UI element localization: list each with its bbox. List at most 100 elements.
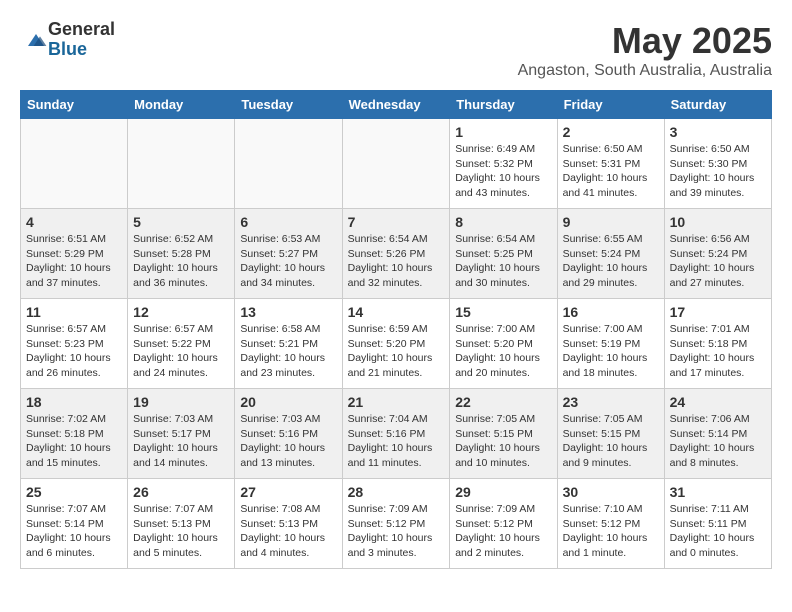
calendar-cell: 18 Sunrise: 7:02 AM Sunset: 5:18 PM Dayli…	[21, 389, 128, 479]
day-info: Sunrise: 6:49 AM Sunset: 5:32 PM Dayligh…	[455, 142, 551, 201]
logo: General Blue	[20, 20, 115, 60]
day-info: Sunrise: 7:00 AM Sunset: 5:19 PM Dayligh…	[563, 322, 659, 381]
calendar-cell: 9 Sunrise: 6:55 AM Sunset: 5:24 PM Daylig…	[557, 209, 664, 299]
calendar-cell: 11 Sunrise: 6:57 AM Sunset: 5:23 PM Dayli…	[21, 299, 128, 389]
calendar-cell: 2Sunrise: 6:50 AM Sunset: 5:31 PM Daylig…	[557, 119, 664, 209]
calendar-cell: 29 Sunrise: 7:09 AM Sunset: 5:12 PM Dayli…	[450, 479, 557, 569]
col-sunday: Sunday	[21, 91, 128, 119]
day-number: 5	[133, 214, 229, 230]
col-thursday: Thursday	[450, 91, 557, 119]
day-number: 8	[455, 214, 551, 230]
day-info: Sunrise: 7:07 AM Sunset: 5:13 PM Dayligh…	[133, 502, 229, 561]
day-number: 27	[240, 484, 336, 500]
day-info: Sunrise: 6:52 AM Sunset: 5:28 PM Dayligh…	[133, 232, 229, 291]
day-number: 13	[240, 304, 336, 320]
day-info: Sunrise: 7:09 AM Sunset: 5:12 PM Dayligh…	[455, 502, 551, 561]
calendar-cell: 4Sunrise: 6:51 AM Sunset: 5:29 PM Daylig…	[21, 209, 128, 299]
week-row-4: 18 Sunrise: 7:02 AM Sunset: 5:18 PM Dayli…	[21, 389, 772, 479]
day-number: 19	[133, 394, 229, 410]
day-number: 1	[455, 124, 551, 140]
calendar-cell: 1 Sunrise: 6:49 AM Sunset: 5:32 PM Daylig…	[450, 119, 557, 209]
calendar-cell: 23 Sunrise: 7:05 AM Sunset: 5:15 PM Dayli…	[557, 389, 664, 479]
calendar-cell	[342, 119, 450, 209]
day-number: 11	[26, 304, 122, 320]
calendar-cell	[235, 119, 342, 209]
day-number: 3	[670, 124, 766, 140]
day-info: Sunrise: 7:02 AM Sunset: 5:18 PM Dayligh…	[26, 412, 122, 471]
day-number: 9	[563, 214, 659, 230]
day-number: 24	[670, 394, 766, 410]
location-title: Angaston, South Australia, Australia	[518, 62, 772, 80]
month-title: May 2025	[518, 20, 772, 62]
day-info: Sunrise: 7:01 AM Sunset: 5:18 PM Dayligh…	[670, 322, 766, 381]
day-info: Sunrise: 7:04 AM Sunset: 5:16 PM Dayligh…	[348, 412, 445, 471]
calendar-cell: 20Sunrise: 7:03 AM Sunset: 5:16 PM Dayli…	[235, 389, 342, 479]
logo-general: General	[48, 20, 115, 40]
calendar-cell: 12 Sunrise: 6:57 AM Sunset: 5:22 PM Dayli…	[128, 299, 235, 389]
day-info: Sunrise: 7:06 AM Sunset: 5:14 PM Dayligh…	[670, 412, 766, 471]
day-info: Sunrise: 6:54 AM Sunset: 5:25 PM Dayligh…	[455, 232, 551, 291]
calendar-cell: 14Sunrise: 6:59 AM Sunset: 5:20 PM Dayli…	[342, 299, 450, 389]
day-number: 7	[348, 214, 445, 230]
day-info: Sunrise: 6:51 AM Sunset: 5:29 PM Dayligh…	[26, 232, 122, 291]
calendar-cell: 8 Sunrise: 6:54 AM Sunset: 5:25 PM Daylig…	[450, 209, 557, 299]
calendar-cell: 26 Sunrise: 7:07 AM Sunset: 5:13 PM Dayli…	[128, 479, 235, 569]
day-number: 16	[563, 304, 659, 320]
day-number: 6	[240, 214, 336, 230]
calendar-cell: 5 Sunrise: 6:52 AM Sunset: 5:28 PM Daylig…	[128, 209, 235, 299]
day-info: Sunrise: 7:10 AM Sunset: 5:12 PM Dayligh…	[563, 502, 659, 561]
calendar-cell	[21, 119, 128, 209]
calendar-table: Sunday Monday Tuesday Wednesday Thursday…	[20, 90, 772, 569]
day-info: Sunrise: 7:03 AM Sunset: 5:17 PM Dayligh…	[133, 412, 229, 471]
calendar-cell: 19 Sunrise: 7:03 AM Sunset: 5:17 PM Dayli…	[128, 389, 235, 479]
week-row-3: 11 Sunrise: 6:57 AM Sunset: 5:23 PM Dayli…	[21, 299, 772, 389]
day-info: Sunrise: 7:00 AM Sunset: 5:20 PM Dayligh…	[455, 322, 551, 381]
day-number: 23	[563, 394, 659, 410]
day-info: Sunrise: 7:09 AM Sunset: 5:12 PM Dayligh…	[348, 502, 445, 561]
calendar-cell: 13 Sunrise: 6:58 AM Sunset: 5:21 PM Dayli…	[235, 299, 342, 389]
day-number: 29	[455, 484, 551, 500]
day-info: Sunrise: 6:55 AM Sunset: 5:24 PM Dayligh…	[563, 232, 659, 291]
day-info: Sunrise: 7:05 AM Sunset: 5:15 PM Dayligh…	[563, 412, 659, 471]
calendar-cell: 22Sunrise: 7:05 AM Sunset: 5:15 PM Dayli…	[450, 389, 557, 479]
day-info: Sunrise: 6:57 AM Sunset: 5:22 PM Dayligh…	[133, 322, 229, 381]
title-block: May 2025 Angaston, South Australia, Aust…	[518, 20, 772, 80]
day-info: Sunrise: 7:11 AM Sunset: 5:11 PM Dayligh…	[670, 502, 766, 561]
day-number: 2	[563, 124, 659, 140]
day-info: Sunrise: 7:05 AM Sunset: 5:15 PM Dayligh…	[455, 412, 551, 471]
day-number: 31	[670, 484, 766, 500]
calendar-cell: 27 Sunrise: 7:08 AM Sunset: 5:13 PM Dayli…	[235, 479, 342, 569]
calendar-cell: 28Sunrise: 7:09 AM Sunset: 5:12 PM Dayli…	[342, 479, 450, 569]
day-number: 26	[133, 484, 229, 500]
day-number: 17	[670, 304, 766, 320]
calendar-cell: 16 Sunrise: 7:00 AM Sunset: 5:19 PM Dayli…	[557, 299, 664, 389]
day-number: 21	[348, 394, 445, 410]
week-row-5: 25 Sunrise: 7:07 AM Sunset: 5:14 PM Dayli…	[21, 479, 772, 569]
logo-blue: Blue	[48, 40, 115, 60]
calendar-cell: 24 Sunrise: 7:06 AM Sunset: 5:14 PM Dayli…	[664, 389, 771, 479]
calendar-cell: 15Sunrise: 7:00 AM Sunset: 5:20 PM Dayli…	[450, 299, 557, 389]
day-info: Sunrise: 7:08 AM Sunset: 5:13 PM Dayligh…	[240, 502, 336, 561]
day-info: Sunrise: 6:57 AM Sunset: 5:23 PM Dayligh…	[26, 322, 122, 381]
day-info: Sunrise: 6:59 AM Sunset: 5:20 PM Dayligh…	[348, 322, 445, 381]
week-row-2: 4Sunrise: 6:51 AM Sunset: 5:29 PM Daylig…	[21, 209, 772, 299]
calendar-cell: 3Sunrise: 6:50 AM Sunset: 5:30 PM Daylig…	[664, 119, 771, 209]
calendar-cell: 31 Sunrise: 7:11 AM Sunset: 5:11 PM Dayli…	[664, 479, 771, 569]
logo-icon	[24, 30, 48, 50]
calendar-cell	[128, 119, 235, 209]
day-info: Sunrise: 6:58 AM Sunset: 5:21 PM Dayligh…	[240, 322, 336, 381]
calendar-cell: 21 Sunrise: 7:04 AM Sunset: 5:16 PM Dayli…	[342, 389, 450, 479]
calendar-cell: 25 Sunrise: 7:07 AM Sunset: 5:14 PM Dayli…	[21, 479, 128, 569]
col-monday: Monday	[128, 91, 235, 119]
day-number: 18	[26, 394, 122, 410]
day-number: 12	[133, 304, 229, 320]
day-number: 30	[563, 484, 659, 500]
col-tuesday: Tuesday	[235, 91, 342, 119]
header-row: Sunday Monday Tuesday Wednesday Thursday…	[21, 91, 772, 119]
col-saturday: Saturday	[664, 91, 771, 119]
day-info: Sunrise: 6:56 AM Sunset: 5:24 PM Dayligh…	[670, 232, 766, 291]
day-info: Sunrise: 7:07 AM Sunset: 5:14 PM Dayligh…	[26, 502, 122, 561]
col-wednesday: Wednesday	[342, 91, 450, 119]
day-number: 25	[26, 484, 122, 500]
day-info: Sunrise: 6:53 AM Sunset: 5:27 PM Dayligh…	[240, 232, 336, 291]
